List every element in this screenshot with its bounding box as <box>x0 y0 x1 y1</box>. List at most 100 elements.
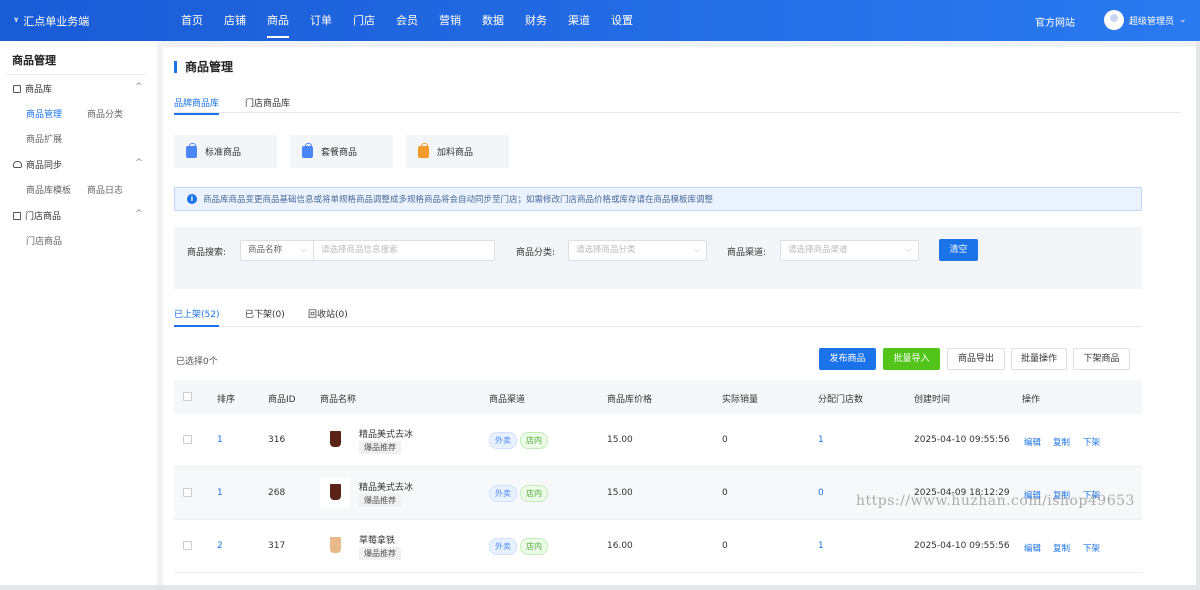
channel-placeholder: 请选择商品渠道 <box>788 245 848 255</box>
row-stores[interactable]: 1 <box>818 435 824 445</box>
nav-finance[interactable]: 财务 <box>525 0 547 41</box>
nav-store[interactable]: 店铺 <box>224 0 246 41</box>
category-select[interactable]: 请选择商品分类 ⌵ <box>568 240 707 261</box>
header-sales[interactable]: 实际销量 <box>722 392 758 405</box>
publish-product-button[interactable]: 发布商品 <box>819 348 876 370</box>
sidebar-item-product-category[interactable]: 商品分类 <box>87 107 123 120</box>
table-row[interactable]: 2 317 草莓拿铁 爆品推荐 外卖 店内 16.00 0 1 2025-04-… <box>174 520 1142 573</box>
horizontal-scrollbar[interactable] <box>0 585 1196 590</box>
select-all-checkbox[interactable] <box>183 392 192 401</box>
main-nav: 首页 店铺 商品 订单 门店 会员 营销 数据 财务 渠道 设置 <box>181 0 654 41</box>
nav-data[interactable]: 数据 <box>482 0 504 41</box>
card-combo-product[interactable]: 套餐商品 <box>290 135 393 168</box>
table-header: 排序 商品ID 商品名称 商品渠道 商品库价格 实际销量 分配门店数 创建时间 … <box>174 380 1142 414</box>
sidebar-item-template[interactable]: 商品库模板 <box>26 183 71 196</box>
tab-brand-library[interactable]: 品牌商品库 <box>174 96 220 115</box>
unshelf-link[interactable]: 下架 <box>1083 436 1100 448</box>
header-created[interactable]: 创建时间 <box>914 392 950 405</box>
edit-link[interactable]: 编辑 <box>1024 542 1041 554</box>
header-stores[interactable]: 分配门店数 <box>818 392 863 405</box>
search-input[interactable]: 请选择商品信息搜索 <box>313 240 495 261</box>
product-thumbnail <box>320 478 350 508</box>
header-sort[interactable]: 排序 <box>217 392 235 405</box>
avatar <box>1104 10 1124 30</box>
card-standard-product[interactable]: 标准商品 <box>174 135 277 168</box>
bag-icon <box>186 142 197 158</box>
logo[interactable]: ᵞ 汇点单业务端 <box>14 13 89 29</box>
nav-home[interactable]: 首页 <box>181 0 203 41</box>
row-sales: 0 <box>722 541 728 551</box>
chevron-up-icon: ^ <box>135 82 143 92</box>
header-id[interactable]: 商品ID <box>268 392 296 405</box>
nav-member[interactable]: 会员 <box>396 0 418 41</box>
status-tabs: 已上架(52) 已下架(0) 回收站(0) <box>174 307 1142 327</box>
row-price: 16.00 <box>607 541 633 551</box>
sidebar: 商品管理 商品库 ^ 商品管理 商品分类 商品扩展 商品同步 ^ 商品库模板 商… <box>0 41 157 590</box>
official-site-link[interactable]: 官方网站 <box>1035 14 1075 29</box>
product-tag: 爆品推荐 <box>359 547 401 560</box>
nav-shop[interactable]: 门店 <box>353 0 375 41</box>
vertical-scrollbar[interactable] <box>1196 41 1200 590</box>
sidebar-group-label: 门店商品 <box>25 212 62 222</box>
row-created: 2025-04-10 09:55:56 <box>914 541 1010 551</box>
sidebar-group-sync[interactable]: 商品同步 ^ <box>13 158 153 171</box>
header-name[interactable]: 商品名称 <box>320 392 356 405</box>
tab-on-shelf[interactable]: 已上架(52) <box>174 307 220 327</box>
edit-link[interactable]: 编辑 <box>1024 436 1041 448</box>
product-name: 精品美式去冰 <box>359 483 414 493</box>
unshelf-product-button[interactable]: 下架商品 <box>1073 348 1130 370</box>
row-checkbox[interactable] <box>183 541 192 550</box>
card-label: 标准商品 <box>205 148 242 158</box>
batch-import-button[interactable]: 批量导入 <box>883 348 940 370</box>
unshelf-link[interactable]: 下架 <box>1083 542 1100 554</box>
table-row[interactable]: 1 316 精品美式去冰 爆品推荐 外卖 店内 15.00 0 1 2025-0… <box>174 414 1142 467</box>
nav-product[interactable]: 商品 <box>267 0 289 41</box>
watermark: https://www.huzhan.com/ishop49653 <box>856 493 1135 509</box>
user-menu[interactable]: 超级管理员 ⌄ <box>1104 10 1187 30</box>
sidebar-item-store-product[interactable]: 门店商品 <box>26 234 62 247</box>
nav-marketing[interactable]: 营销 <box>439 0 461 41</box>
nav-settings[interactable]: 设置 <box>611 0 633 41</box>
export-product-button[interactable]: 商品导出 <box>947 348 1005 370</box>
row-checkbox[interactable] <box>183 488 192 497</box>
clear-button[interactable]: 清空 <box>939 239 978 261</box>
notice-text: 商品库商品变更商品基础信息或将单规格商品调整成多规格商品将会自动同步至门店；如需… <box>203 195 714 205</box>
info-icon: i <box>187 194 197 204</box>
product-name: 草莓拿铁 <box>359 536 396 546</box>
row-checkbox[interactable] <box>183 435 192 444</box>
copy-link[interactable]: 复制 <box>1053 542 1070 554</box>
search-type-value: 商品名称 <box>248 245 283 255</box>
tab-store-library[interactable]: 门店商品库 <box>245 96 290 113</box>
channel-select[interactable]: 请选择商品渠道 ⌵ <box>780 240 919 261</box>
row-stores[interactable]: 0 <box>818 488 824 498</box>
chevron-up-icon: ^ <box>135 158 143 168</box>
sidebar-item-product-manage[interactable]: 商品管理 <box>26 107 62 120</box>
row-sort[interactable]: 2 <box>217 541 223 551</box>
header-price[interactable]: 商品库价格 <box>607 392 652 405</box>
sidebar-item-product-extension[interactable]: 商品扩展 <box>26 132 62 145</box>
sidebar-group-store-product[interactable]: 门店商品 ^ <box>13 209 153 222</box>
tab-recycle-bin[interactable]: 回收站(0) <box>308 307 348 325</box>
header-channel[interactable]: 商品渠道 <box>489 392 525 405</box>
sidebar-item-log[interactable]: 商品日志 <box>87 183 123 196</box>
copy-link[interactable]: 复制 <box>1053 436 1070 448</box>
tab-off-shelf[interactable]: 已下架(0) <box>245 307 285 325</box>
header-ops: 操作 <box>1022 395 1041 405</box>
row-id: 316 <box>268 435 286 445</box>
row-sort[interactable]: 1 <box>217 488 223 498</box>
logo-mark: ᵞ <box>14 15 18 27</box>
row-sort[interactable]: 1 <box>217 435 223 445</box>
nav-order[interactable]: 订单 <box>310 0 332 41</box>
search-type-select[interactable]: 商品名称 ⌵ <box>240 240 314 261</box>
batch-operation-button[interactable]: 批量操作 <box>1011 348 1067 370</box>
row-stores[interactable]: 1 <box>818 541 824 551</box>
sidebar-title: 商品管理 <box>12 54 56 67</box>
card-topping-product[interactable]: 加料商品 <box>406 135 509 168</box>
sidebar-group-library[interactable]: 商品库 ^ <box>13 82 153 95</box>
row-id: 317 <box>268 541 286 551</box>
sidebar-group-label: 商品库 <box>25 85 53 95</box>
row-id: 268 <box>268 488 286 498</box>
selected-count: 已选择0个 <box>176 357 218 367</box>
product-tag: 爆品推荐 <box>359 494 401 507</box>
nav-channel[interactable]: 渠道 <box>568 0 590 41</box>
